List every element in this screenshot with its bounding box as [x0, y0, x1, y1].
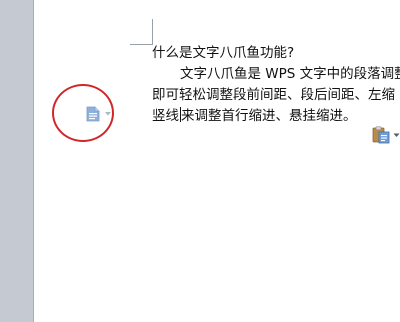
paste-dropdown-chevron-down-icon[interactable] — [393, 133, 400, 138]
doc-line-3: 竖线 来调整首行缩进、悬挂缩进。 — [152, 106, 400, 127]
document-body[interactable]: 什么是文字八爪鱼功能? 文字八爪鱼是 WPS 文字中的段落调整 即可轻松调整段前… — [152, 43, 400, 127]
paragraph-dropdown-chevron-down-icon[interactable] — [104, 111, 112, 117]
doc-line-2: 即可轻松调整段前间距、段后间距、左缩 — [152, 87, 395, 103]
clipboard-paste-icon[interactable] — [372, 126, 390, 144]
document-window: 什么是文字八爪鱼功能? 文字八爪鱼是 WPS 文字中的段落调整 即可轻松调整段前… — [0, 0, 400, 322]
left-gutter — [0, 0, 33, 322]
paragraph-layout-icon[interactable] — [86, 106, 100, 122]
doc-line-title: 什么是文字八爪鱼功能? — [152, 45, 295, 61]
doc-line-3-part-a: 竖线 — [152, 108, 179, 124]
margin-corner-mark-vertical — [152, 19, 153, 45]
margin-corner-mark-horizontal — [130, 44, 153, 45]
doc-line-3-part-b: 来调整首行缩进、悬挂缩进。 — [181, 108, 357, 124]
doc-line-1: 文字八爪鱼是 WPS 文字中的段落调整 — [180, 66, 400, 82]
